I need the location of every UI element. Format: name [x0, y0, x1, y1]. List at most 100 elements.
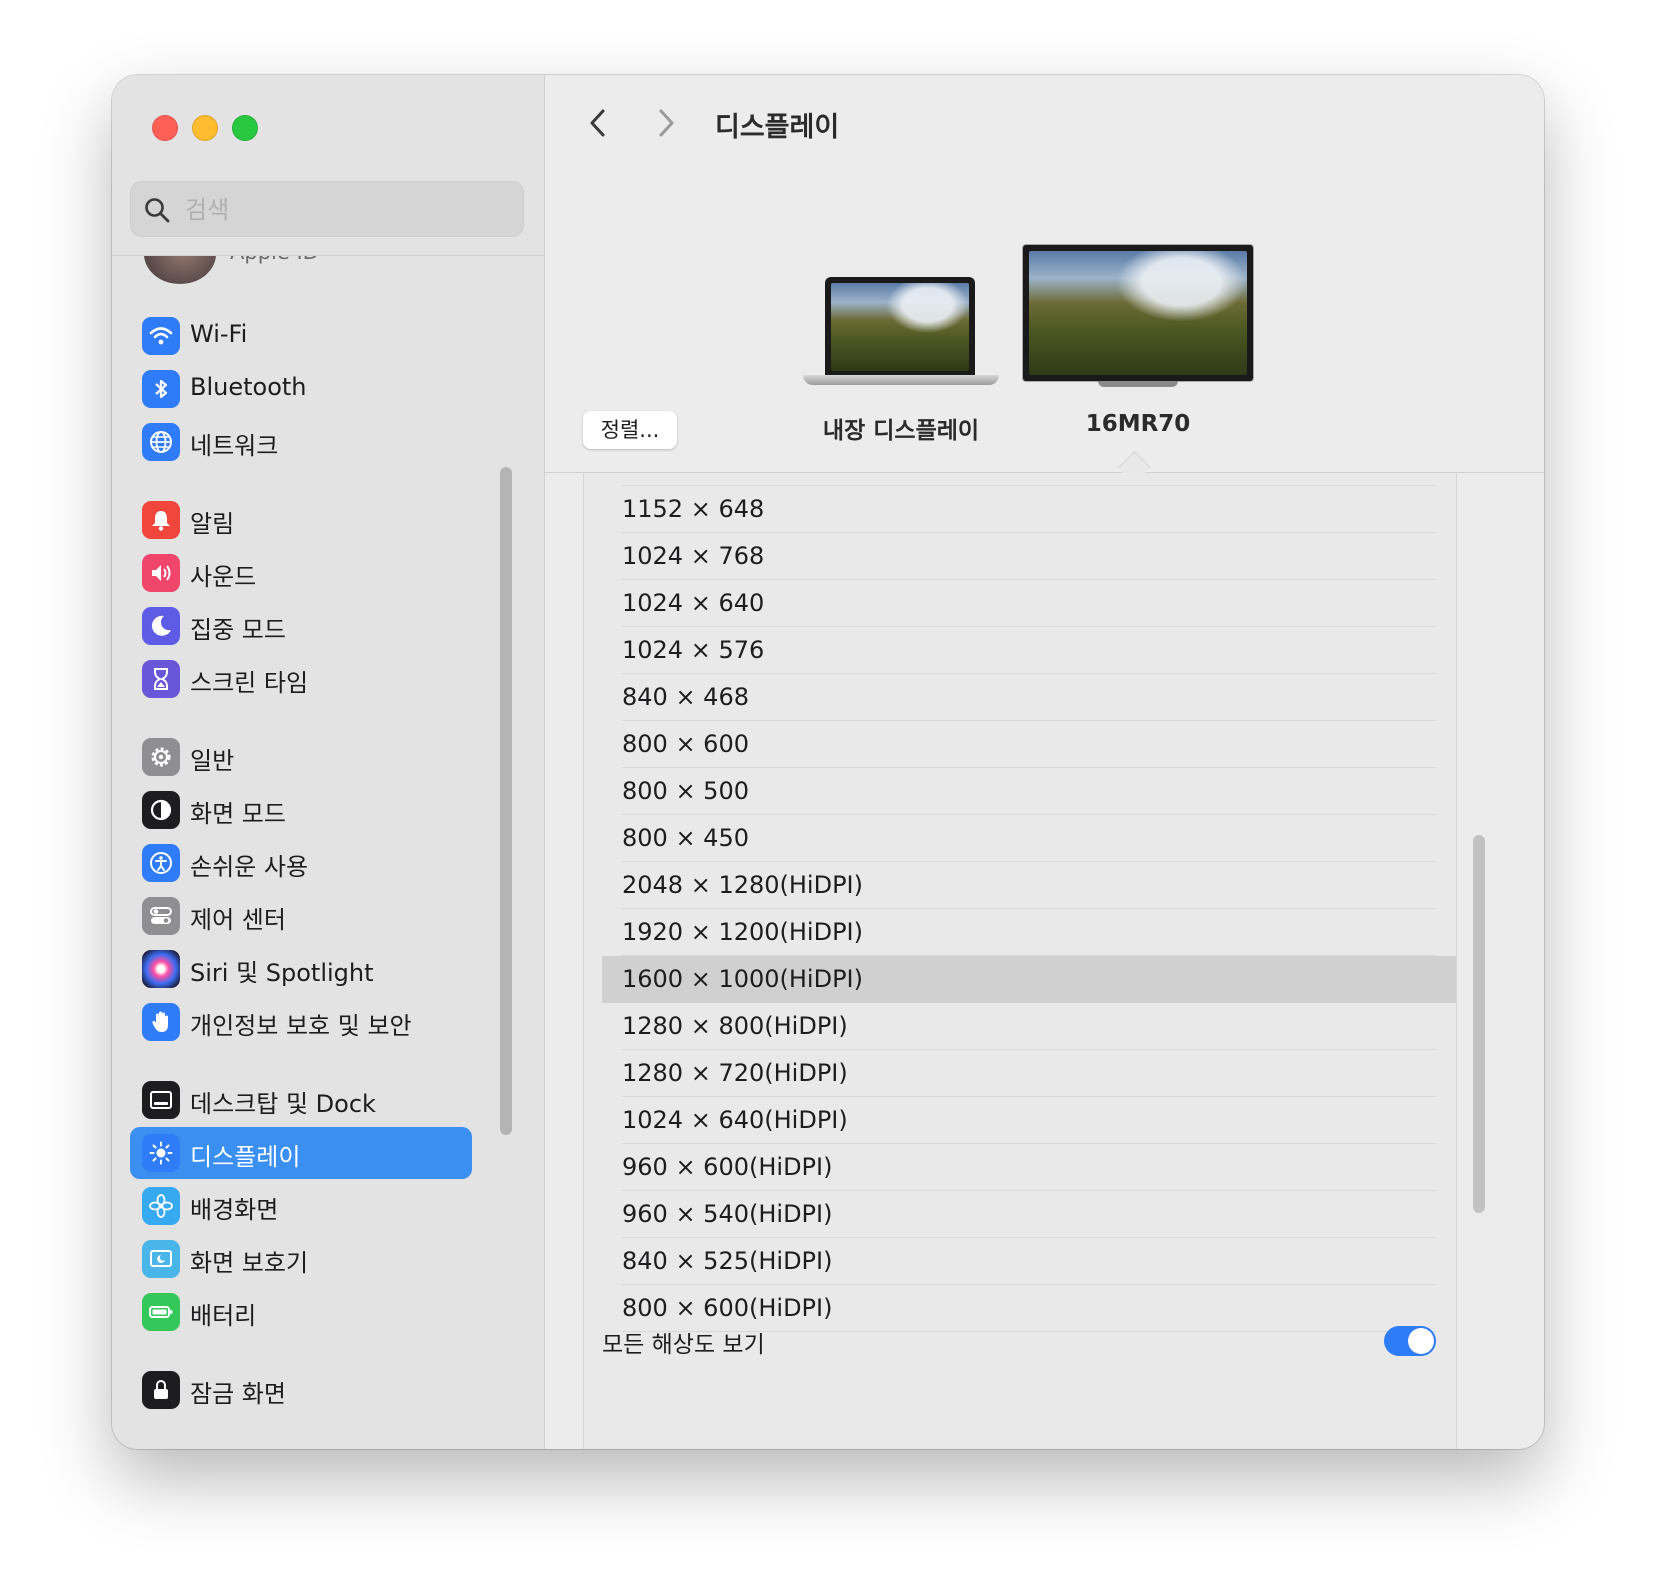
- sidebar-item-label: 화면 모드: [190, 800, 286, 828]
- resolution-option[interactable]: 1600 × 1000(HiDPI): [602, 956, 1456, 1003]
- sidebar-item-label: 일반: [190, 747, 235, 775]
- resolution-option[interactable]: 1280 × 720(HiDPI): [584, 1050, 1456, 1097]
- sidebar-item-label: 배경화면: [190, 1196, 279, 1224]
- sidebar-item-screen-time[interactable]: 스크린 타임: [130, 653, 472, 705]
- resolution-option[interactable]: 800 × 500: [584, 768, 1456, 815]
- resolution-option[interactable]: 2048 × 1280(HiDPI): [584, 862, 1456, 909]
- show-all-resolutions-row: 모든 해상도 보기: [584, 1313, 1456, 1373]
- minimize-button[interactable]: [192, 115, 218, 141]
- traffic-lights: [152, 115, 258, 141]
- resolution-label: 1024 × 576: [622, 636, 765, 664]
- sidebar-item-control-center[interactable]: 제어 센터: [130, 890, 472, 942]
- sidebar-item-bluetooth[interactable]: Bluetooth: [130, 363, 472, 415]
- sidebar-item-focus[interactable]: 집중 모드: [130, 600, 472, 652]
- sidebar-item-label: Wi-Fi: [190, 320, 248, 348]
- sidebar-item-battery[interactable]: 배터리: [130, 1286, 472, 1338]
- sidebar-item-label: 집중 모드: [190, 616, 286, 644]
- arrange-button[interactable]: 정렬...: [583, 411, 677, 449]
- resolution-option[interactable]: 800 × 450: [584, 815, 1456, 862]
- sidebar-item-lock-screen[interactable]: 잠금 화면: [130, 1364, 472, 1416]
- apple-id-row[interactable]: Apple ID: [144, 256, 504, 284]
- appearance-icon: [142, 791, 180, 829]
- sidebar-item-siri-spotlight[interactable]: Siri 및 Spotlight: [130, 943, 472, 995]
- resolution-option[interactable]: 1024 × 640: [584, 580, 1456, 627]
- resolution-label: 840 × 525(HiDPI): [622, 1247, 833, 1275]
- resolution-label: 1024 × 768: [622, 542, 765, 570]
- sidebar-item-network[interactable]: 네트워크: [130, 416, 472, 468]
- sidebar-item-appearance[interactable]: 화면 모드: [130, 784, 472, 836]
- sidebar-item-sound[interactable]: 사운드: [130, 547, 472, 599]
- siri-icon: [142, 950, 180, 988]
- sidebar-item-displays[interactable]: 디스플레이: [130, 1127, 472, 1179]
- sidebar-scrollbar[interactable]: [500, 467, 512, 1135]
- resolution-option[interactable]: 840 × 468: [584, 674, 1456, 721]
- show-all-resolutions-label: 모든 해상도 보기: [602, 1332, 765, 1358]
- resolution-label: 800 × 450: [622, 824, 749, 852]
- resolution-option[interactable]: 800 × 600: [584, 721, 1456, 768]
- display-name-builtin[interactable]: 내장 디스플레이: [803, 411, 999, 445]
- hand-icon: [142, 1003, 180, 1041]
- resolution-label: 1920 × 1200(HiDPI): [622, 918, 863, 946]
- resolution-panel: 1280 × 720 1152 × 648 1024 × 768 1024 × 640…: [583, 473, 1457, 1449]
- resolution-label: 840 × 468: [622, 683, 749, 711]
- bell-icon: [142, 501, 180, 539]
- sidebar-item-label: 스크린 타임: [190, 669, 309, 697]
- resolution-list: 1280 × 720 1152 × 648 1024 × 768 1024 × 640…: [584, 473, 1456, 1332]
- bluetooth-icon: [142, 370, 180, 408]
- resolution-label: 960 × 540(HiDPI): [622, 1200, 833, 1228]
- sidebar-list: Apple ID Wi-Fi Bluetooth 네트워크: [112, 256, 544, 1449]
- wallpaper-thumbnail: [831, 283, 969, 371]
- sidebar-item-desktop-dock[interactable]: 데스크탑 및 Dock: [130, 1074, 472, 1126]
- battery-icon: [142, 1293, 180, 1331]
- show-all-resolutions-toggle[interactable]: [1384, 1326, 1436, 1356]
- close-button[interactable]: [152, 115, 178, 141]
- laptop-screen: [825, 277, 975, 375]
- sidebar-item-label: Bluetooth: [190, 373, 307, 401]
- sidebar-item-general[interactable]: 일반: [130, 731, 472, 783]
- resolution-label: 2048 × 1280(HiDPI): [622, 871, 863, 899]
- resolution-option[interactable]: 1920 × 1200(HiDPI): [584, 909, 1456, 956]
- resolution-option[interactable]: 840 × 525(HiDPI): [584, 1238, 1456, 1285]
- globe-icon: [142, 423, 180, 461]
- laptop-base: [803, 375, 999, 385]
- resolution-label: 1600 × 1000(HiDPI): [622, 965, 863, 993]
- resolution-label: 1024 × 640: [622, 589, 765, 617]
- sidebar-item-label: 알림: [190, 510, 235, 538]
- sidebar-item-label: 네트워크: [190, 432, 279, 460]
- moon-icon: [142, 607, 180, 645]
- search-input[interactable]: [183, 190, 507, 230]
- sidebar-item-privacy-security[interactable]: 개인정보 보호 및 보안: [130, 996, 472, 1048]
- resolution-option[interactable]: 1280 × 800(HiDPI): [584, 1003, 1456, 1050]
- search-icon: [145, 198, 170, 223]
- main-scrollbar[interactable]: [1473, 835, 1485, 1213]
- resolution-label: 1280 × 800(HiDPI): [622, 1012, 848, 1040]
- resolution-option[interactable]: 960 × 600(HiDPI): [584, 1144, 1456, 1191]
- sidebar-item-wallpaper[interactable]: 배경화면: [130, 1180, 472, 1232]
- sidebar-item-label: 잠금 화면: [190, 1380, 286, 1408]
- display-name-external[interactable]: 16MR70: [1023, 411, 1253, 437]
- forward-chevron-icon[interactable]: [651, 105, 681, 141]
- page-title: 디스플레이: [715, 112, 840, 143]
- resolution-option[interactable]: 1152 × 648: [584, 486, 1456, 533]
- search-field[interactable]: [130, 181, 524, 237]
- sidebar-item-wifi[interactable]: Wi-Fi: [130, 310, 472, 362]
- resolution-option[interactable]: 1024 × 576: [584, 627, 1456, 674]
- sidebar-item-screensaver[interactable]: 화면 보호기: [130, 1233, 472, 1285]
- sidebar-item-label: 개인정보 보호 및 보안: [190, 1012, 412, 1040]
- back-chevron-icon[interactable]: [583, 105, 613, 141]
- resolution-label: 1152 × 648: [622, 495, 765, 523]
- control-center-icon: [142, 897, 180, 935]
- resolution-option[interactable]: 1280 × 720: [584, 473, 1456, 486]
- zoom-button[interactable]: [232, 115, 258, 141]
- resolution-option[interactable]: 1024 × 640(HiDPI): [584, 1097, 1456, 1144]
- display-builtin[interactable]: [803, 275, 999, 395]
- sidebar-item-notifications[interactable]: 알림: [130, 494, 472, 546]
- sidebar-item-accessibility[interactable]: 손쉬운 사용: [130, 837, 472, 889]
- accessibility-icon: [142, 844, 180, 882]
- resolution-option[interactable]: 960 × 540(HiDPI): [584, 1191, 1456, 1238]
- monitor-screen: [1023, 245, 1253, 381]
- resolution-option[interactable]: 1024 × 768: [584, 533, 1456, 580]
- display-external[interactable]: [1023, 245, 1253, 391]
- sidebar-item-label: 제어 센터: [190, 906, 286, 934]
- sidebar-item-label: 배터리: [190, 1302, 257, 1330]
